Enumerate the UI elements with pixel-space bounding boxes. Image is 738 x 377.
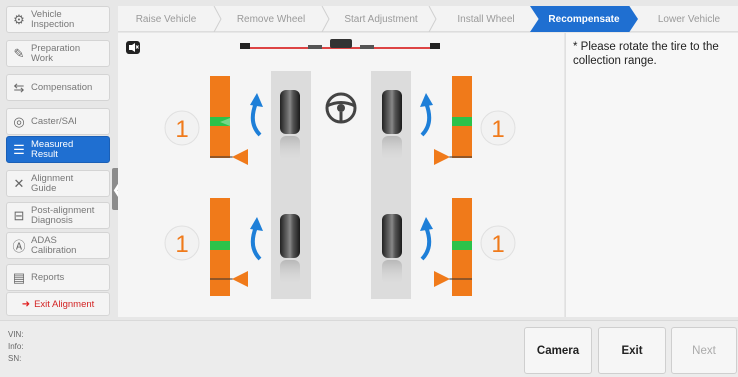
rotate-arrow-head: [420, 93, 433, 107]
instruction-panel: * Please rotate the tire to the collecti…: [565, 33, 738, 317]
tools-icon: ✕: [13, 175, 25, 191]
exit-icon: ➜: [21, 298, 31, 310]
sidebar-item-label: Post-alignment Diagnosis: [31, 204, 95, 226]
sidebar-item-label: Preparation Work: [31, 42, 81, 64]
step-raise-vehicle: Raise Vehicle: [135, 13, 197, 25]
wheel-diagram-panel: 1 1 1 1: [118, 33, 564, 317]
camera-button[interactable]: Camera: [524, 327, 592, 374]
sidebar-item-vehicle-inspection[interactable]: ⚙ Vehicle Inspection: [6, 6, 110, 33]
info-label: Info:: [8, 342, 24, 351]
vehicle-meta: VIN: Info: SN:: [8, 329, 24, 365]
sidebar-item-label: ADAS Calibration: [31, 234, 77, 256]
front-right-sensor: [434, 76, 472, 165]
rotate-arrow-icon: [420, 226, 432, 261]
rotate-arrow-icon: [250, 102, 262, 137]
step-start-adjustment: Start Adjustment: [344, 13, 418, 25]
step-lower-vehicle: Lower Vehicle: [657, 13, 721, 25]
front-left-value: 1: [175, 116, 188, 143]
wrench-icon: ✎: [13, 45, 25, 61]
adas-icon: Ⓐ: [12, 239, 26, 254]
rear-right-tire: [382, 214, 402, 284]
car-icon: ⊟: [13, 207, 25, 223]
rotate-arrow-icon: [420, 102, 432, 137]
next-button[interactable]: Next: [671, 327, 737, 374]
sidebar-item-post-alignment-diagnosis[interactable]: ⊟ Post-alignment Diagnosis: [6, 202, 110, 229]
top-beam-icon: [240, 39, 440, 49]
sidebar-item-label: Measured Result: [31, 138, 74, 160]
step-bar: Raise Vehicle Remove Wheel Start Adjustm…: [118, 6, 738, 32]
sidebar-item-alignment-guide[interactable]: ✕ Alignment Guide: [6, 170, 110, 197]
step-remove-wheel: Remove Wheel: [236, 13, 306, 25]
sn-label: SN:: [8, 354, 22, 363]
sidebar-item-adas-calibration[interactable]: Ⓐ ADAS Calibration: [6, 232, 110, 259]
report-icon: ▤: [12, 269, 26, 285]
instruction-text: * Please rotate the tire to the collecti…: [573, 41, 719, 67]
exit-alignment-label: Exit Alignment: [34, 298, 95, 310]
bottom-bar: VIN: Info: SN: Camera Exit Next: [0, 320, 738, 377]
rotate-arrow-head: [420, 217, 433, 231]
sidebar-item-label: Vehicle Inspection: [31, 8, 75, 30]
vin-label: VIN:: [8, 330, 24, 339]
sidebar-item-label: Compensation: [31, 81, 93, 93]
sidebar-item-preparation-work[interactable]: ✎ Preparation Work: [6, 40, 110, 67]
front-right-value: 1: [491, 116, 504, 143]
compensation-icon: ⇆: [13, 79, 25, 95]
rear-left-value: 1: [175, 231, 188, 258]
rear-right-value: 1: [491, 231, 504, 258]
rear-left-sensor: [210, 198, 248, 296]
list-icon: ☰: [13, 141, 25, 157]
exit-alignment-button[interactable]: ➜ Exit Alignment: [6, 292, 110, 316]
rotate-arrow-head: [250, 217, 263, 231]
step-recompensate: Recompensate: [530, 6, 638, 32]
rear-right-sensor: [434, 198, 472, 296]
rotate-arrow-icon: [250, 226, 262, 261]
step-install-wheel: Install Wheel: [457, 13, 515, 25]
alignment-app: ⚙ Vehicle Inspection ✎ Preparation Work …: [0, 0, 738, 377]
rotate-arrow-head: [250, 93, 263, 107]
steering-wheel-icon: [325, 92, 357, 124]
sidebar-item-reports[interactable]: ▤ Reports: [6, 264, 110, 291]
sidebar-item-label: Caster/SAI: [31, 115, 77, 127]
front-left-tire: [280, 90, 300, 160]
exit-button[interactable]: Exit: [598, 327, 666, 374]
sidebar-item-label: Reports: [31, 271, 65, 283]
vehicle-inspection-icon: ⚙: [13, 11, 25, 27]
rear-left-tire: [280, 214, 300, 284]
alignment-diagram: 1 1 1 1: [126, 39, 516, 299]
front-right-tire: [382, 90, 402, 160]
front-left-sensor: [210, 76, 248, 165]
sidebar-item-measured-result[interactable]: ☰ Measured Result: [6, 136, 110, 163]
sidebar-item-compensation[interactable]: ⇆ Compensation: [6, 74, 110, 101]
sidebar-item-label: Alignment Guide: [31, 172, 74, 194]
sidebar: ⚙ Vehicle Inspection ✎ Preparation Work …: [6, 6, 110, 318]
steering-wheel-icon: ◎: [13, 113, 25, 129]
sidebar-item-caster-sai[interactable]: ◎ Caster/SAI: [6, 108, 110, 135]
mute-icon[interactable]: [126, 41, 140, 54]
